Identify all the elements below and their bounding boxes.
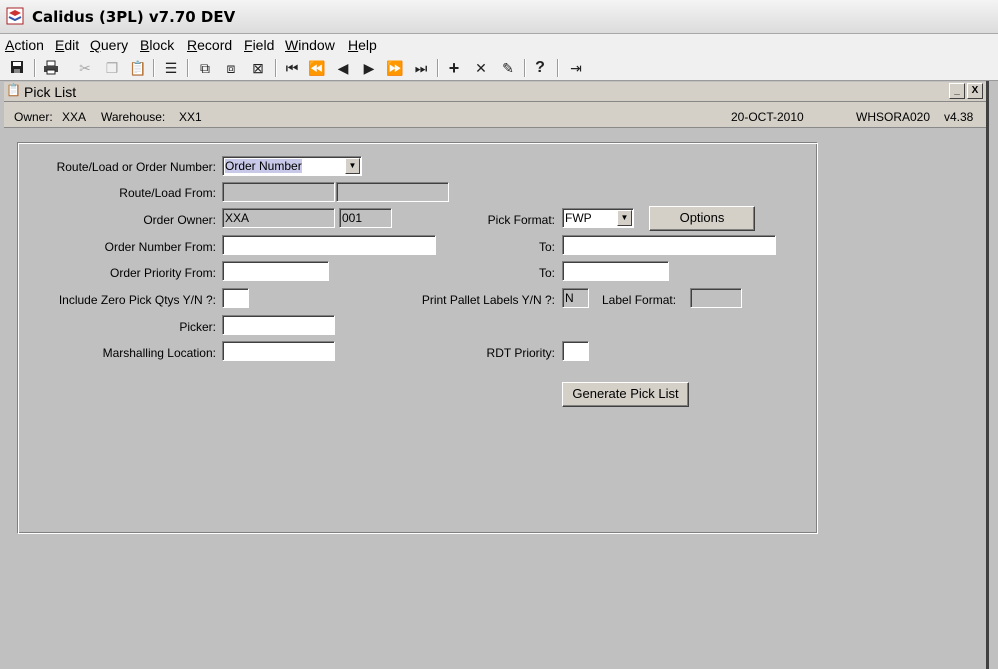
route-load-from-label: Route/Load From: — [119, 186, 216, 200]
cancel-query-icon[interactable]: ⊠ — [249, 59, 267, 77]
title-bar: Calidus (3PL) v7.70 DEV — [0, 0, 998, 34]
order-owner-code-field[interactable]: 001 — [339, 208, 392, 228]
menu-query[interactable]: Query — [90, 37, 128, 53]
menu-field[interactable]: Field — [244, 37, 274, 53]
route-or-order-select[interactable]: Order Number ▼ — [222, 156, 362, 176]
menu-action[interactable]: Action — [5, 37, 44, 53]
marshalling-location-field[interactable] — [222, 341, 335, 361]
clear-record-icon[interactable]: ✎ — [499, 59, 517, 77]
window-border — [986, 81, 989, 669]
next-record-icon[interactable]: ▶ — [360, 59, 378, 77]
rdt-priority-field[interactable] — [562, 341, 589, 361]
context-bar: Owner: XXA Warehouse: XX1 20-OCT-2010 WH… — [4, 102, 986, 128]
include-zero-field[interactable] — [222, 288, 249, 308]
include-zero-label: Include Zero Pick Qtys Y/N ?: — [58, 293, 216, 307]
route-or-order-label: Route/Load or Order Number: — [56, 160, 216, 174]
options-button[interactable]: Options — [649, 206, 755, 231]
date-display: 20-OCT-2010 — [731, 110, 804, 124]
last-record-icon[interactable]: ⏭ — [412, 59, 430, 77]
pick-format-select[interactable]: FWP ▼ — [562, 208, 634, 228]
print-pallet-label: Print Pallet Labels Y/N ?: — [421, 293, 555, 307]
chevron-down-icon[interactable]: ▼ — [345, 158, 360, 174]
order-number-from-field[interactable] — [222, 235, 436, 255]
execute-query-icon[interactable]: ⧈ — [222, 59, 240, 77]
insert-record-icon[interactable]: + — [445, 59, 463, 77]
print-pallet-field[interactable]: N — [562, 288, 589, 308]
menu-edit[interactable]: Edit — [55, 37, 79, 53]
form-version: v4.38 — [944, 110, 974, 124]
warehouse-value: XX1 — [179, 110, 202, 124]
order-number-from-label: Order Number From: — [104, 240, 216, 254]
rdt-priority-label: RDT Priority: — [486, 346, 555, 360]
first-record-icon[interactable]: ⏮ — [283, 59, 301, 77]
menu-window[interactable]: Window — [285, 37, 335, 53]
picker-label: Picker: — [179, 320, 216, 334]
menu-bar: Action Edit Query Block Record Field Win… — [0, 34, 998, 56]
help-icon[interactable]: ? — [531, 59, 549, 77]
order-owner-field[interactable]: XXA — [222, 208, 335, 228]
label-format-field[interactable] — [690, 288, 742, 308]
cut-icon[interactable]: ✂ — [76, 59, 94, 77]
route-load-to-field[interactable] — [336, 182, 449, 202]
owner-label: Owner: — [14, 110, 53, 124]
save-icon[interactable] — [8, 59, 26, 77]
close-button[interactable]: X — [967, 83, 983, 99]
order-owner-label: Order Owner: — [143, 213, 216, 227]
next-block-icon[interactable]: ⏩ — [386, 59, 404, 77]
order-priority-to-field[interactable] — [562, 261, 669, 281]
picker-field[interactable] — [222, 315, 335, 335]
paste-icon[interactable]: 📋 — [129, 59, 147, 77]
exit-icon[interactable]: ⇥ — [567, 59, 585, 77]
app-title: Calidus (3PL) v7.70 DEV — [32, 8, 236, 26]
order-number-to-field[interactable] — [562, 235, 776, 255]
order-priority-from-label: Order Priority From: — [109, 266, 216, 280]
route-load-from-field[interactable] — [222, 182, 335, 202]
pick-format-label: Pick Format: — [487, 213, 555, 227]
menu-block[interactable]: Block — [140, 37, 174, 53]
previous-record-icon[interactable]: ◀ — [334, 59, 352, 77]
chevron-down-icon[interactable]: ▼ — [617, 210, 632, 226]
app-icon — [6, 7, 24, 25]
delete-record-icon[interactable]: ✕ — [472, 59, 490, 77]
window-title-bar: 📋 Pick List _ X — [4, 82, 986, 102]
window-title: Pick List — [24, 84, 77, 100]
clear-field-icon[interactable]: ☰ — [162, 59, 180, 77]
form-icon: 📋 — [6, 83, 21, 97]
form-id: WHSORA020 — [856, 110, 931, 124]
owner-value: XXA — [62, 110, 87, 124]
menu-record[interactable]: Record — [187, 37, 232, 53]
previous-block-icon[interactable]: ⏪ — [308, 59, 326, 77]
minimize-button[interactable]: _ — [949, 83, 965, 99]
enter-query-icon[interactable]: ⧉ — [196, 59, 214, 77]
label-format-label: Label Format: — [602, 293, 677, 307]
toolbar: ✂ ❐ 📋 ☰ ⧉ ⧈ ⊠ ⏮ ⏪ ◀ ▶ ⏩ ⏭ + ✕ ✎ ? ⇥ — [0, 56, 998, 81]
order-number-to-label: To: — [538, 240, 555, 254]
generate-pick-list-button[interactable]: Generate Pick List — [562, 382, 689, 407]
warehouse-label: Warehouse: — [101, 110, 166, 124]
copy-icon[interactable]: ❐ — [103, 59, 121, 77]
order-priority-from-field[interactable] — [222, 261, 329, 281]
menu-help[interactable]: Help — [348, 37, 377, 53]
order-priority-to-label: To: — [538, 266, 555, 280]
print-icon[interactable] — [42, 59, 60, 77]
marshalling-location-label: Marshalling Location: — [102, 346, 216, 360]
